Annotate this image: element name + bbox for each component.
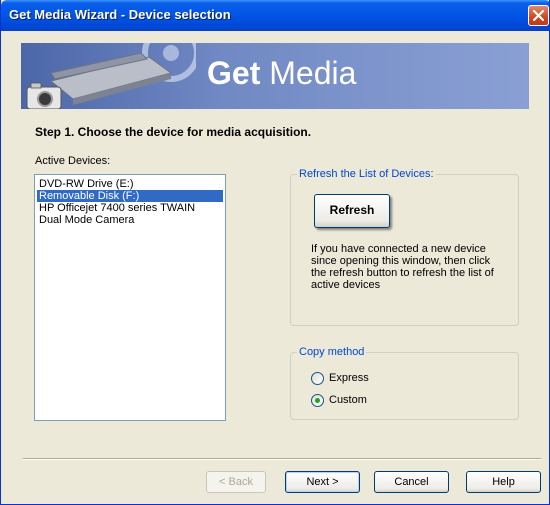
express-label: Express — [329, 372, 369, 384]
scanner-camera-icon — [26, 43, 196, 109]
banner-heading-bold: Get — [207, 55, 261, 91]
footer-divider — [23, 458, 541, 460]
copy-method-legend: Copy method — [299, 346, 365, 358]
title-bar[interactable]: Get Media Wizard - Device selection — [1, 0, 549, 31]
header-banner: Get Media — [21, 43, 529, 109]
window-title: Get Media Wizard - Device selection — [9, 7, 231, 22]
refresh-help-text: If you have connected a new device since… — [311, 243, 494, 291]
custom-label: Custom — [329, 394, 367, 406]
device-item-dvd-rw[interactable]: DVD-RW Drive (E:) — [37, 178, 223, 190]
close-icon — [533, 10, 544, 21]
active-devices-label: Active Devices: — [35, 155, 111, 167]
refresh-button[interactable]: Refresh — [314, 194, 390, 228]
next-button[interactable]: Next > — [285, 471, 360, 493]
banner-heading-rest: Media — [260, 55, 357, 91]
refresh-legend: Refresh the List of Devices: — [299, 168, 434, 180]
cancel-button[interactable]: Cancel — [374, 471, 449, 493]
step-title: Step 1. Choose the device for media acqu… — [35, 125, 312, 139]
back-button[interactable]: < Back — [206, 471, 266, 493]
device-item-hp-officejet[interactable]: HP Officejet 7400 series TWAIN — [37, 202, 223, 214]
device-list[interactable]: DVD-RW Drive (E:) Removable Disk (F:) HP… — [34, 174, 226, 421]
copy-method-groupbox: Copy method — [290, 346, 519, 420]
banner-heading: Get Media — [207, 55, 356, 92]
help-button[interactable]: Help — [466, 471, 541, 493]
device-item-dual-mode-camera[interactable]: Dual Mode Camera — [37, 214, 223, 226]
close-button[interactable] — [528, 5, 549, 26]
wizard-window: Get Media Wizard - Device selection Get … — [0, 0, 550, 505]
custom-radio-button[interactable] — [311, 394, 324, 407]
express-radio-button[interactable] — [311, 372, 324, 385]
device-item-removable-disk[interactable]: Removable Disk (F:) — [37, 190, 223, 202]
